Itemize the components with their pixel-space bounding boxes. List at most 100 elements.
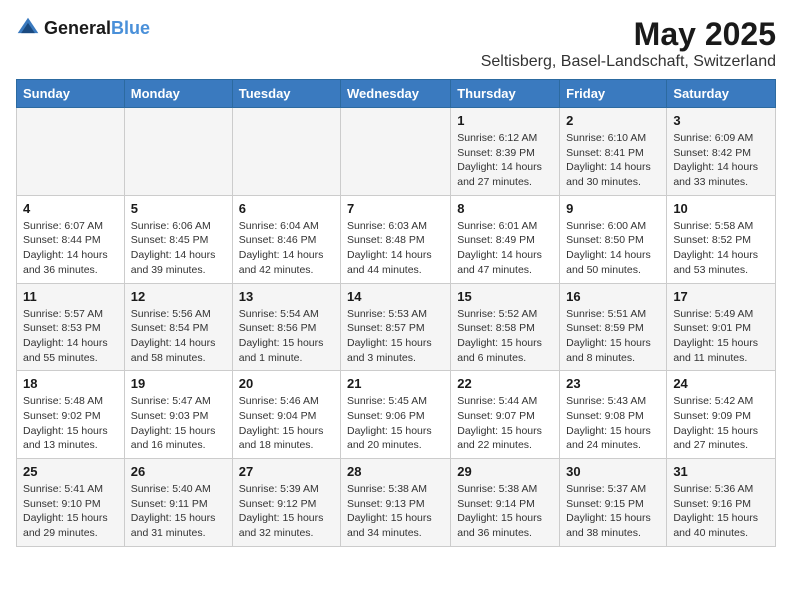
day-cell: 13 Sunrise: 5:54 AMSunset: 8:56 PMDayligh… (232, 283, 340, 371)
day-number: 31 (673, 464, 769, 479)
day-info: Sunrise: 5:52 AMSunset: 8:58 PMDaylight:… (457, 307, 553, 366)
day-cell: 11Sunrise: 5:57 AMSunset: 8:53 PMDayligh… (17, 283, 125, 371)
day-number: 21 (347, 376, 444, 391)
day-cell: 15 Sunrise: 5:52 AMSunset: 8:58 PMDayligh… (451, 283, 560, 371)
header-cell-friday: Friday (560, 80, 667, 108)
day-number: 20 (239, 376, 334, 391)
day-cell: 2 Sunrise: 6:10 AMSunset: 8:41 PMDaylight… (560, 108, 667, 196)
day-cell: 28 Sunrise: 5:38 AMSunset: 9:13 PMDayligh… (341, 459, 451, 547)
day-number: 4 (23, 201, 118, 216)
day-info: Sunrise: 6:04 AMSunset: 8:46 PMDaylight:… (239, 219, 334, 278)
day-cell: 19 Sunrise: 5:47 AMSunset: 9:03 PMDayligh… (124, 371, 232, 459)
logo-icon (16, 16, 40, 40)
day-info: Sunrise: 5:38 AMSunset: 9:13 PMDaylight:… (347, 482, 444, 541)
day-cell (232, 108, 340, 196)
day-number: 28 (347, 464, 444, 479)
week-row-4: 18 Sunrise: 5:48 AMSunset: 9:02 PMDayligh… (17, 371, 776, 459)
header-cell-tuesday: Tuesday (232, 80, 340, 108)
day-info: Sunrise: 6:09 AMSunset: 8:42 PMDaylight:… (673, 131, 769, 190)
day-number: 26 (131, 464, 226, 479)
day-info: Sunrise: 6:10 AMSunset: 8:41 PMDaylight:… (566, 131, 660, 190)
day-number: 12 (131, 289, 226, 304)
day-number: 10 (673, 201, 769, 216)
day-info: Sunrise: 5:44 AMSunset: 9:07 PMDaylight:… (457, 394, 553, 453)
day-cell: 5Sunrise: 6:06 AMSunset: 8:45 PMDaylight… (124, 195, 232, 283)
day-info: Sunrise: 5:54 AMSunset: 8:56 PMDaylight:… (239, 307, 334, 366)
day-cell: 14Sunrise: 5:53 AMSunset: 8:57 PMDayligh… (341, 283, 451, 371)
day-cell: 20Sunrise: 5:46 AMSunset: 9:04 PMDayligh… (232, 371, 340, 459)
day-cell: 12Sunrise: 5:56 AMSunset: 8:54 PMDayligh… (124, 283, 232, 371)
day-info: Sunrise: 5:45 AMSunset: 9:06 PMDaylight:… (347, 394, 444, 453)
day-number: 3 (673, 113, 769, 128)
header-row: SundayMondayTuesdayWednesdayThursdayFrid… (17, 80, 776, 108)
day-info: Sunrise: 5:36 AMSunset: 9:16 PMDaylight:… (673, 482, 769, 541)
day-cell: 23 Sunrise: 5:43 AMSunset: 9:08 PMDayligh… (560, 371, 667, 459)
day-info: Sunrise: 5:51 AMSunset: 8:59 PMDaylight:… (566, 307, 660, 366)
title-block: May 2025 Seltisberg, Basel-Landschaft, S… (481, 16, 776, 71)
day-info: Sunrise: 5:53 AMSunset: 8:57 PMDaylight:… (347, 307, 444, 366)
header-cell-thursday: Thursday (451, 80, 560, 108)
day-cell: 26 Sunrise: 5:40 AMSunset: 9:11 PMDayligh… (124, 459, 232, 547)
day-cell: 7 Sunrise: 6:03 AMSunset: 8:48 PMDaylight… (341, 195, 451, 283)
day-info: Sunrise: 6:03 AMSunset: 8:48 PMDaylight:… (347, 219, 444, 278)
day-cell: 6 Sunrise: 6:04 AMSunset: 8:46 PMDaylight… (232, 195, 340, 283)
calendar-table: SundayMondayTuesdayWednesdayThursdayFrid… (16, 79, 776, 547)
day-cell: 29 Sunrise: 5:38 AMSunset: 9:14 PMDayligh… (451, 459, 560, 547)
day-number: 1 (457, 113, 553, 128)
calendar-title: May 2025 (481, 16, 776, 53)
day-number: 23 (566, 376, 660, 391)
day-cell: 30Sunrise: 5:37 AMSunset: 9:15 PMDayligh… (560, 459, 667, 547)
day-number: 17 (673, 289, 769, 304)
day-number: 29 (457, 464, 553, 479)
week-row-1: 1 Sunrise: 6:12 AMSunset: 8:39 PMDaylight… (17, 108, 776, 196)
day-info: Sunrise: 5:40 AMSunset: 9:11 PMDaylight:… (131, 482, 226, 541)
logo: GeneralBlue (16, 16, 150, 40)
day-number: 13 (239, 289, 334, 304)
day-number: 18 (23, 376, 118, 391)
day-cell: 16 Sunrise: 5:51 AMSunset: 8:59 PMDayligh… (560, 283, 667, 371)
day-info: Sunrise: 5:38 AMSunset: 9:14 PMDaylight:… (457, 482, 553, 541)
week-row-3: 11Sunrise: 5:57 AMSunset: 8:53 PMDayligh… (17, 283, 776, 371)
day-cell: 8 Sunrise: 6:01 AMSunset: 8:49 PMDaylight… (451, 195, 560, 283)
day-info: Sunrise: 5:39 AMSunset: 9:12 PMDaylight:… (239, 482, 334, 541)
page-header: GeneralBlue May 2025 Seltisberg, Basel-L… (16, 16, 776, 71)
day-number: 9 (566, 201, 660, 216)
day-info: Sunrise: 5:58 AMSunset: 8:52 PMDaylight:… (673, 219, 769, 278)
header-cell-saturday: Saturday (667, 80, 776, 108)
day-cell (124, 108, 232, 196)
day-number: 8 (457, 201, 553, 216)
day-cell (341, 108, 451, 196)
day-info: Sunrise: 6:06 AMSunset: 8:45 PMDaylight:… (131, 219, 226, 278)
calendar-subtitle: Seltisberg, Basel-Landschaft, Switzerlan… (481, 53, 776, 71)
day-info: Sunrise: 5:48 AMSunset: 9:02 PMDaylight:… (23, 394, 118, 453)
day-info: Sunrise: 5:49 AMSunset: 9:01 PMDaylight:… (673, 307, 769, 366)
day-info: Sunrise: 5:37 AMSunset: 9:15 PMDaylight:… (566, 482, 660, 541)
day-info: Sunrise: 5:47 AMSunset: 9:03 PMDaylight:… (131, 394, 226, 453)
day-info: Sunrise: 6:01 AMSunset: 8:49 PMDaylight:… (457, 219, 553, 278)
day-cell: 31 Sunrise: 5:36 AMSunset: 9:16 PMDayligh… (667, 459, 776, 547)
day-number: 6 (239, 201, 334, 216)
day-number: 15 (457, 289, 553, 304)
day-cell: 22 Sunrise: 5:44 AMSunset: 9:07 PMDayligh… (451, 371, 560, 459)
day-info: Sunrise: 6:00 AMSunset: 8:50 PMDaylight:… (566, 219, 660, 278)
day-cell: 4Sunrise: 6:07 AMSunset: 8:44 PMDaylight… (17, 195, 125, 283)
day-info: Sunrise: 5:57 AMSunset: 8:53 PMDaylight:… (23, 307, 118, 366)
day-cell: 17 Sunrise: 5:49 AMSunset: 9:01 PMDayligh… (667, 283, 776, 371)
day-number: 7 (347, 201, 444, 216)
day-info: Sunrise: 5:43 AMSunset: 9:08 PMDaylight:… (566, 394, 660, 453)
day-number: 27 (239, 464, 334, 479)
calendar-body: 1 Sunrise: 6:12 AMSunset: 8:39 PMDaylight… (17, 108, 776, 547)
logo-text-blue: Blue (111, 18, 150, 38)
day-info: Sunrise: 6:12 AMSunset: 8:39 PMDaylight:… (457, 131, 553, 190)
header-cell-monday: Monday (124, 80, 232, 108)
logo-text-general: General (44, 18, 111, 38)
day-number: 19 (131, 376, 226, 391)
day-number: 16 (566, 289, 660, 304)
day-number: 22 (457, 376, 553, 391)
day-number: 24 (673, 376, 769, 391)
header-cell-sunday: Sunday (17, 80, 125, 108)
day-number: 2 (566, 113, 660, 128)
day-cell: 18 Sunrise: 5:48 AMSunset: 9:02 PMDayligh… (17, 371, 125, 459)
day-cell (17, 108, 125, 196)
calendar-header: SundayMondayTuesdayWednesdayThursdayFrid… (17, 80, 776, 108)
